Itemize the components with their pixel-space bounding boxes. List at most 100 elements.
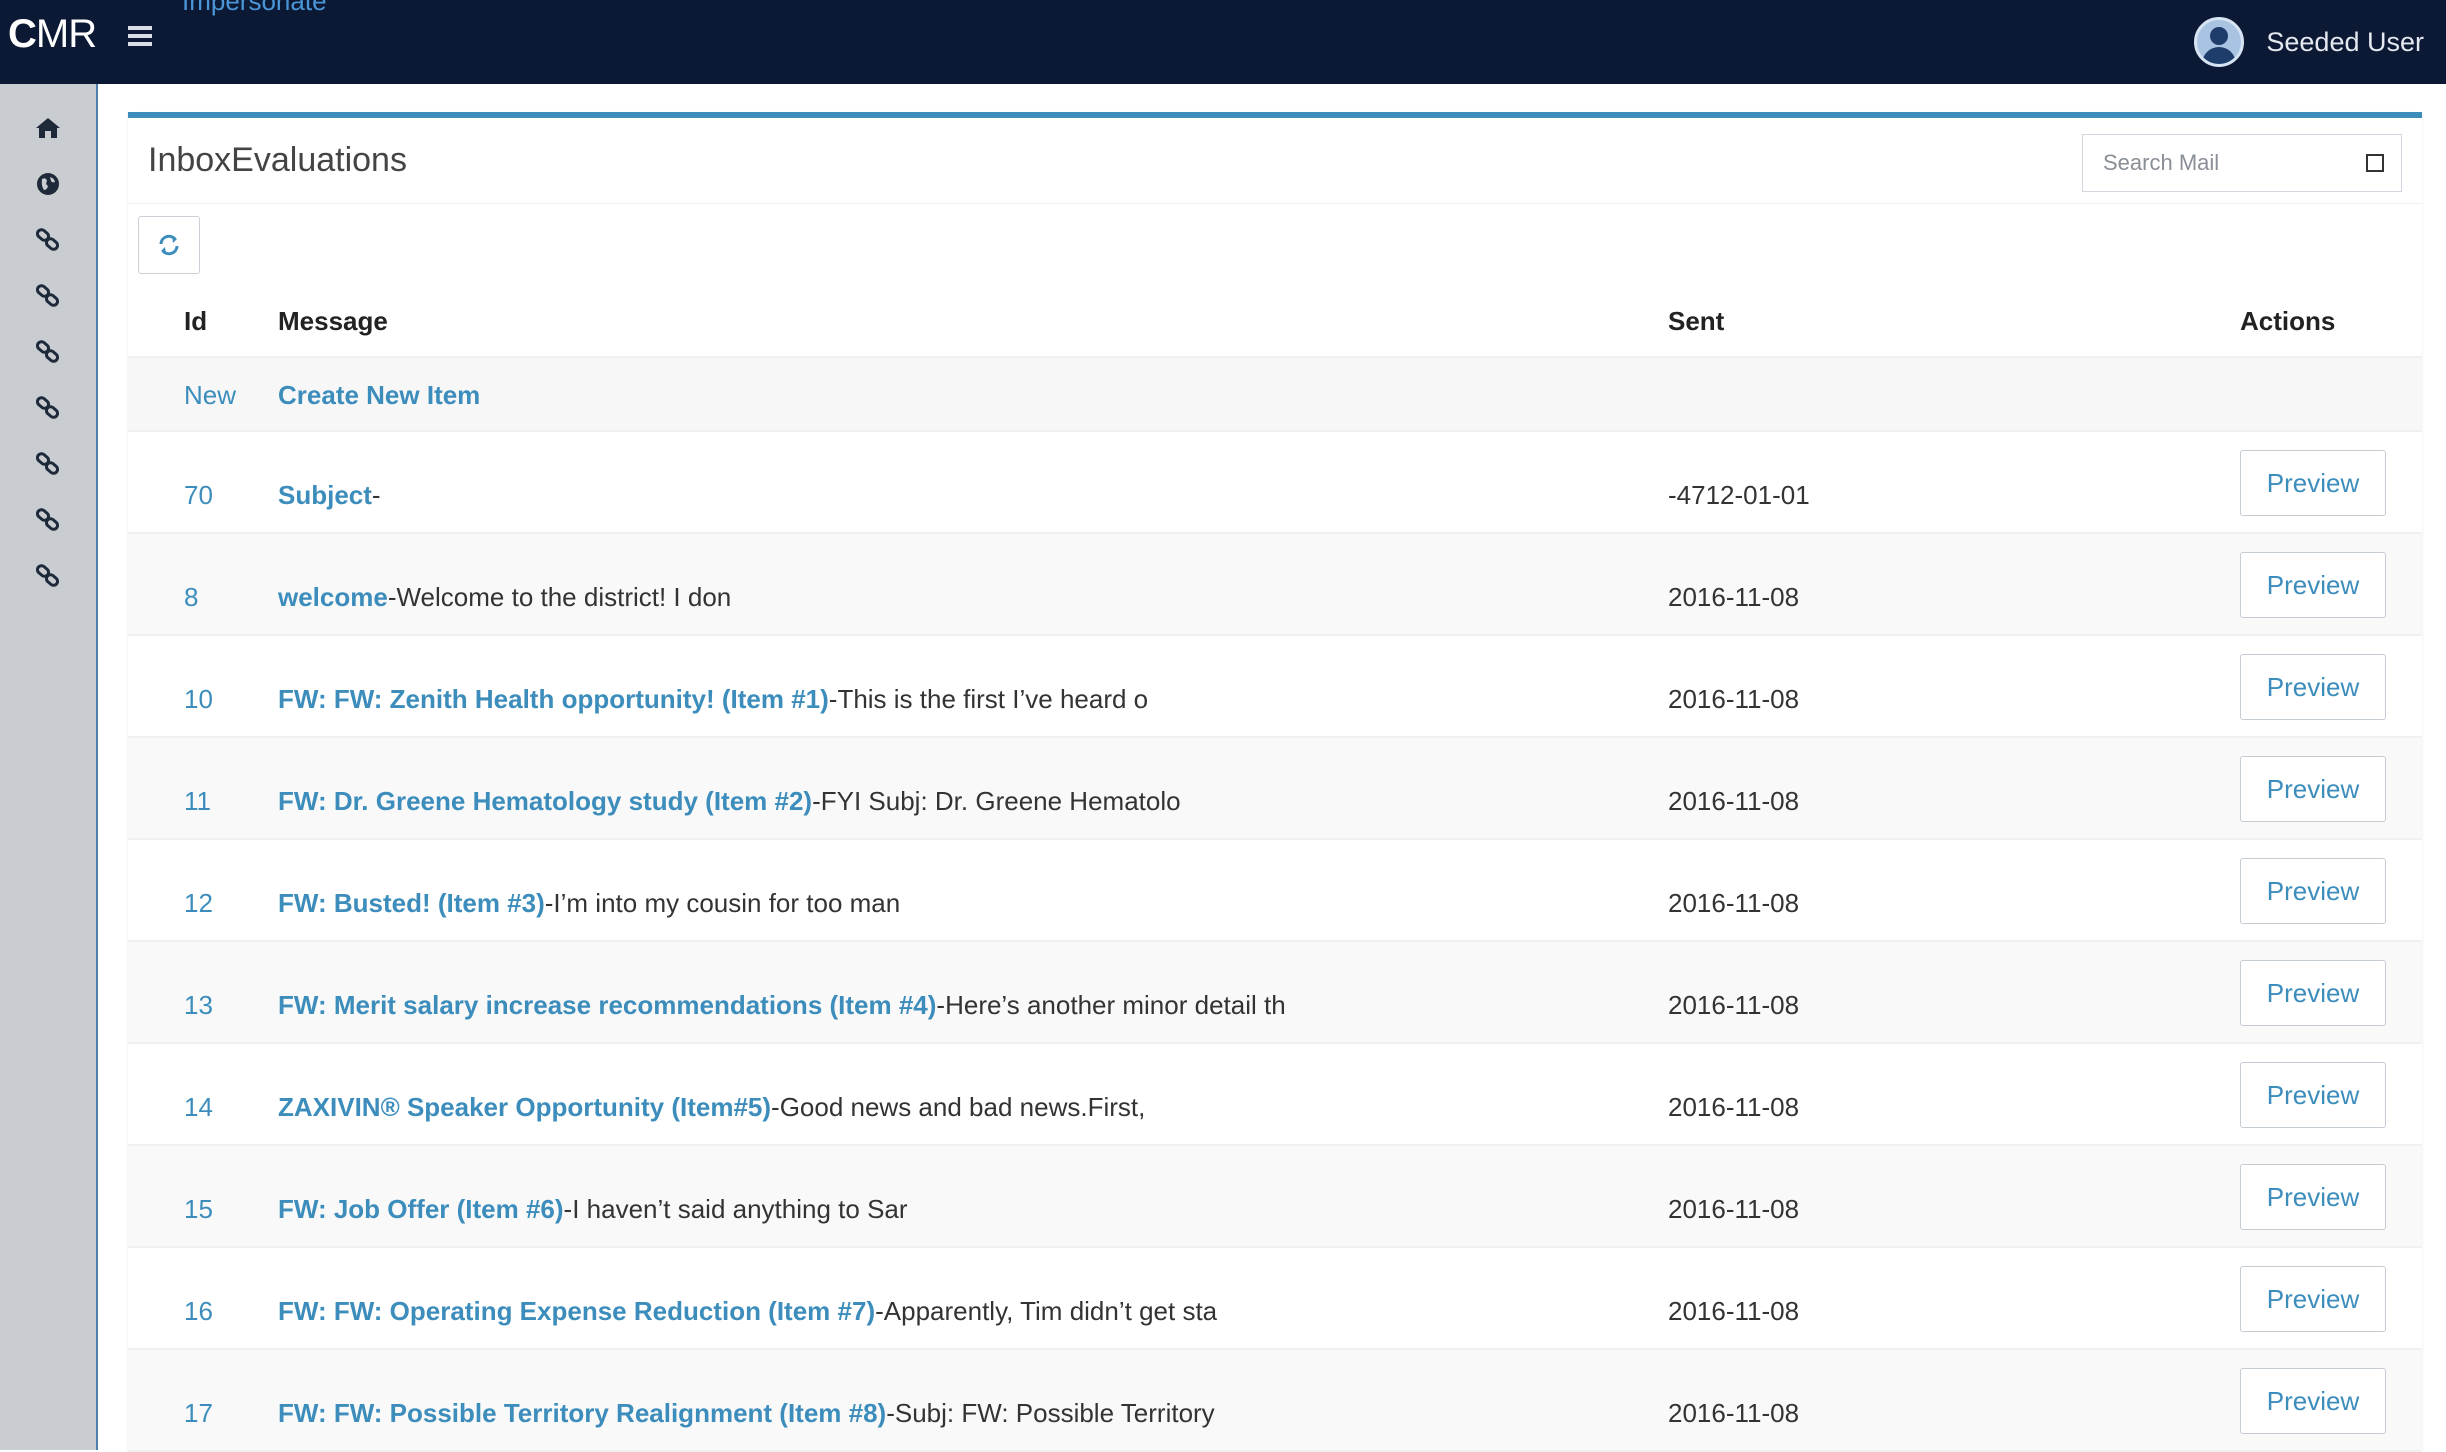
sent-date: 2016-11-08 (1668, 684, 1800, 714)
table-header-row: Id Message Sent Actions (128, 284, 2422, 358)
message-cell: FW: Dr. Greene Hematology study (Item #2… (278, 786, 1181, 816)
page-title: InboxEvaluations (148, 141, 407, 179)
sent-date: -4712-01-01 (1668, 480, 1810, 510)
message-subject-link[interactable]: FW: FW: Possible Territory Realignment (… (278, 1398, 886, 1428)
row-id-link[interactable]: 12 (184, 888, 213, 918)
sent-date: 2016-11-08 (1668, 1398, 1800, 1428)
row-id-link[interactable]: 15 (184, 1194, 213, 1224)
row-id-link[interactable]: 70 (184, 480, 213, 510)
message-subject-link[interactable]: FW: FW: Zenith Health opportunity! (Item… (278, 684, 829, 714)
message-subject-link[interactable]: welcome (278, 582, 388, 612)
table-row: 11 FW: Dr. Greene Hematology study (Item … (128, 738, 2422, 840)
message-cell: FW: Job Offer (Item #6)-I haven’t said a… (278, 1194, 908, 1224)
message-cell: FW: Merit salary increase recommendation… (278, 990, 1286, 1020)
table-row: 8 welcome-Welcome to the district! I don 2… (128, 534, 2422, 636)
link-icon (35, 228, 60, 251)
search-button-icon[interactable] (2363, 151, 2387, 175)
row-id-link[interactable]: 10 (184, 684, 213, 714)
message-subject-link[interactable]: Subject (278, 480, 372, 510)
header-id: Id (184, 306, 208, 336)
message-cell: FW: FW: Operating Expense Reduction (Ite… (278, 1296, 1217, 1326)
logo-bold: C (8, 12, 37, 56)
home-icon (36, 118, 60, 138)
preview-button[interactable]: Preview (2240, 858, 2386, 924)
link-icon (35, 396, 60, 419)
message-snippet: -FYI Subj: Dr. Greene Hematolo (812, 786, 1181, 816)
impersonate-link[interactable]: Impersonate (182, 0, 327, 16)
table-row: 17 FW: FW: Possible Territory Realignment… (128, 1350, 2422, 1452)
row-id-link[interactable]: 16 (184, 1296, 213, 1326)
preview-button[interactable]: Preview (2240, 756, 2386, 822)
message-subject-link[interactable]: FW: FW: Operating Expense Reduction (Ite… (278, 1296, 875, 1326)
preview-button[interactable]: Preview (2240, 1266, 2386, 1332)
message-subject-link[interactable]: FW: Dr. Greene Hematology study (Item #2… (278, 786, 812, 816)
message-subject-link[interactable]: FW: Merit salary increase recommendation… (278, 990, 936, 1020)
message-subject-link[interactable]: ZAXIVIN® Speaker Opportunity (Item#5) (278, 1092, 771, 1122)
table-row: 15 FW: Job Offer (Item #6)-I haven’t said… (128, 1146, 2422, 1248)
header-actions: Actions (2240, 306, 2336, 336)
table-row: 12 FW: Busted! (Item #3)-I’m into my cous… (128, 840, 2422, 942)
sidebar-item-link-6[interactable] (0, 490, 96, 550)
sidebar-item-link-4[interactable] (0, 378, 96, 438)
new-id-link[interactable]: New (184, 380, 236, 410)
message-cell: FW: FW: Possible Territory Realignment (… (278, 1398, 1215, 1428)
link-icon (35, 284, 60, 307)
top-navbar: CMR Impersonate Seeded User (0, 0, 2446, 84)
sidebar-item-globe[interactable] (0, 154, 96, 214)
globe-icon (37, 173, 59, 195)
sidebar-item-link-7[interactable] (0, 546, 96, 606)
message-snippet: -Here’s another minor detail th (936, 990, 1286, 1020)
preview-button[interactable]: Preview (2240, 654, 2386, 720)
message-cell: FW: FW: Zenith Health opportunity! (Item… (278, 684, 1148, 714)
avatar (2194, 17, 2245, 67)
logo-rest: MR (35, 12, 97, 56)
sidebar-item-link-3[interactable] (0, 322, 96, 382)
sidebar-item-link-2[interactable] (0, 266, 96, 326)
preview-button[interactable]: Preview (2240, 1062, 2386, 1128)
sent-date: 2016-11-08 (1668, 1092, 1800, 1122)
app-logo[interactable]: CMR (8, 12, 97, 56)
refresh-button[interactable] (138, 216, 200, 274)
preview-button[interactable]: Preview (2240, 1164, 2386, 1230)
sent-date: 2016-11-08 (1668, 582, 1800, 612)
row-id-link[interactable]: 17 (184, 1398, 213, 1428)
sidebar (0, 84, 98, 1450)
sidebar-item-link-5[interactable] (0, 434, 96, 494)
message-cell: welcome-Welcome to the district! I don (278, 582, 731, 612)
link-icon (35, 340, 60, 363)
sidebar-item-home[interactable] (0, 98, 96, 158)
preview-button[interactable]: Preview (2240, 450, 2386, 516)
message-snippet: -Good news and bad news.First, (771, 1092, 1146, 1122)
message-cell: FW: Busted! (Item #3)-I’m into my cousin… (278, 888, 900, 918)
row-id-link[interactable]: 8 (184, 582, 198, 612)
panel-header: InboxEvaluations (128, 118, 2422, 204)
message-snippet: -I’m into my cousin for too man (544, 888, 901, 918)
link-icon (35, 564, 60, 587)
message-snippet: -I haven’t said anything to Sar (563, 1194, 908, 1224)
message-snippet: -This is the first I’ve heard o (828, 684, 1149, 714)
message-cell: Subject- (278, 480, 381, 510)
user-menu[interactable]: Seeded User (2194, 10, 2424, 74)
table-row: 10 FW: FW: Zenith Health opportunity! (It… (128, 636, 2422, 738)
preview-button[interactable]: Preview (2240, 960, 2386, 1026)
sent-date: 2016-11-08 (1668, 786, 1800, 816)
preview-button[interactable]: Preview (2240, 1368, 2386, 1434)
user-name: Seeded User (2266, 26, 2424, 57)
message-subject-link[interactable]: FW: Job Offer (Item #6) (278, 1194, 564, 1224)
header-sent: Sent (1668, 306, 1725, 336)
message-snippet: -Subj: FW: Possible Territory (886, 1398, 1215, 1428)
preview-button[interactable]: Preview (2240, 552, 2386, 618)
table-row: 70 Subject- -4712-01-01 Preview (128, 432, 2422, 534)
row-id-link[interactable]: 14 (184, 1092, 213, 1122)
row-id-link[interactable]: 11 (184, 786, 211, 816)
table-row: 13 FW: Merit salary increase recommendati… (128, 942, 2422, 1044)
message-subject-link[interactable]: FW: Busted! (Item #3) (278, 888, 545, 918)
link-icon (35, 452, 60, 475)
menu-toggle-icon[interactable] (124, 22, 158, 56)
row-id-link[interactable]: 13 (184, 990, 213, 1020)
sidebar-item-link-1[interactable] (0, 210, 96, 270)
refresh-icon (159, 234, 179, 256)
search-input[interactable] (2083, 135, 2343, 191)
create-new-item-link[interactable]: Create New Item (278, 380, 480, 410)
message-snippet: - (371, 480, 381, 510)
